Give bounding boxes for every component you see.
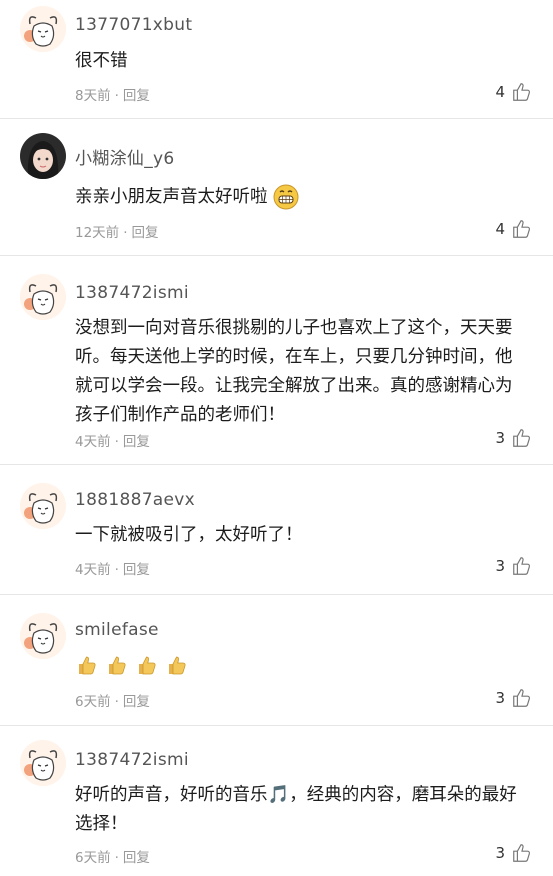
comment-meta: 12天前 · 回复	[75, 221, 158, 241]
like-count: 3	[495, 844, 505, 862]
comment-meta: 8天前 · 回复	[75, 84, 150, 104]
cat-avatar-icon	[20, 740, 66, 786]
reply-button[interactable]: 回复	[123, 850, 150, 866]
cat-avatar-icon	[20, 613, 66, 659]
comment-meta: 6天前 · 回复	[75, 690, 150, 710]
grin-emoji	[273, 184, 299, 210]
reply-button[interactable]: 回复	[131, 225, 158, 241]
username[interactable]: 1387472ismi	[75, 750, 189, 770]
timestamp: 8天前	[75, 88, 111, 104]
like-count: 4	[495, 83, 505, 101]
comment-item: 1387472ismi 好听的声音，好听的音乐🎵，经典的内容，磨耳朵的最好选择！…	[0, 726, 553, 876]
like-button[interactable]: 3	[495, 555, 533, 577]
cat-avatar-icon	[20, 483, 66, 529]
comment-item: 1377071xbut 很不错 8天前 · 回复 4	[0, 0, 553, 118]
comment-text: 亲亲小朋友声音太好听啦	[75, 187, 268, 207]
timestamp: 6天前	[75, 850, 111, 866]
like-count: 3	[495, 689, 505, 707]
comment-meta: 4天前 · 回复	[75, 558, 150, 578]
comment-text: 很不错	[75, 51, 128, 71]
cat-avatar-icon	[20, 274, 66, 320]
like-button[interactable]: 4	[495, 218, 533, 240]
timestamp: 4天前	[75, 434, 111, 450]
avatar[interactable]	[20, 740, 66, 786]
like-button[interactable]: 3	[495, 842, 533, 864]
separator: ·	[123, 225, 128, 241]
avatar[interactable]	[20, 613, 66, 659]
username[interactable]: 1377071xbut	[75, 15, 192, 35]
reply-button[interactable]: 回复	[123, 694, 150, 710]
like-count: 3	[495, 557, 505, 575]
like-button[interactable]: 4	[495, 81, 533, 103]
comment-item: smilefase 6天前 · 回复 3	[0, 595, 553, 725]
separator: ·	[114, 562, 119, 578]
thumbs-up-icon	[513, 429, 531, 447]
like-button[interactable]: 3	[495, 687, 533, 709]
username[interactable]: smilefase	[75, 620, 159, 640]
thumbs-up-emoji	[139, 656, 156, 675]
separator: ·	[114, 850, 119, 866]
comment-text: 一下就被吸引了，太好听了！	[75, 525, 303, 545]
username[interactable]: 1387472ismi	[75, 283, 189, 303]
avatar[interactable]	[20, 274, 66, 320]
thumbs-up-emoji	[169, 656, 186, 675]
thumbs-up-icon	[513, 557, 531, 575]
thumbs-up-emoji	[109, 656, 126, 675]
thumbs-up-icon	[513, 83, 531, 101]
timestamp: 6天前	[75, 694, 111, 710]
like-count: 3	[495, 429, 505, 447]
comment-item: 1881887aevx 一下就被吸引了，太好听了！ 4天前 · 回复 3	[0, 465, 553, 594]
timestamp: 12天前	[75, 225, 120, 241]
reply-button[interactable]: 回复	[123, 434, 150, 450]
timestamp: 4天前	[75, 562, 111, 578]
girl-avatar-icon	[20, 133, 66, 179]
comment-text: 没想到一向对音乐很挑剔的儿子也喜欢上了这个，天天要听。每天送他上学的时候，在车上…	[75, 318, 513, 425]
username[interactable]: 小糊涂仙_y6	[75, 144, 174, 169]
thumbs-up-icon	[513, 220, 531, 238]
comment-item: 小糊涂仙_y6 亲亲小朋友声音太好听啦 12天前 · 回复 4	[0, 119, 553, 255]
cat-avatar-icon	[20, 6, 66, 52]
avatar[interactable]	[20, 483, 66, 529]
like-count: 4	[495, 220, 505, 238]
thumbs-up-emoji	[79, 656, 96, 675]
thumbs-up-icon	[513, 689, 531, 707]
separator: ·	[114, 88, 119, 104]
comment-text-row: 亲亲小朋友声音太好听啦	[75, 183, 525, 212]
comment-meta: 6天前 · 回复	[75, 846, 150, 866]
thumbs-up-icon	[513, 844, 531, 862]
comment-item: 1387472ismi 没想到一向对音乐很挑剔的儿子也喜欢上了这个，天天要听。每…	[0, 256, 553, 464]
avatar[interactable]	[20, 133, 66, 179]
separator: ·	[114, 434, 119, 450]
like-button[interactable]: 3	[495, 427, 533, 449]
username[interactable]: 1881887aevx	[75, 490, 195, 510]
reply-button[interactable]: 回复	[123, 88, 150, 104]
separator: ·	[114, 694, 119, 710]
comment-text: 好听的声音，好听的音乐🎵，经典的内容，磨耳朵的最好选择！	[75, 785, 517, 834]
comment-meta: 4天前 · 回复	[75, 430, 150, 450]
thumbs-up-emoji-row	[75, 653, 189, 677]
avatar[interactable]	[20, 6, 66, 52]
reply-button[interactable]: 回复	[123, 562, 150, 578]
